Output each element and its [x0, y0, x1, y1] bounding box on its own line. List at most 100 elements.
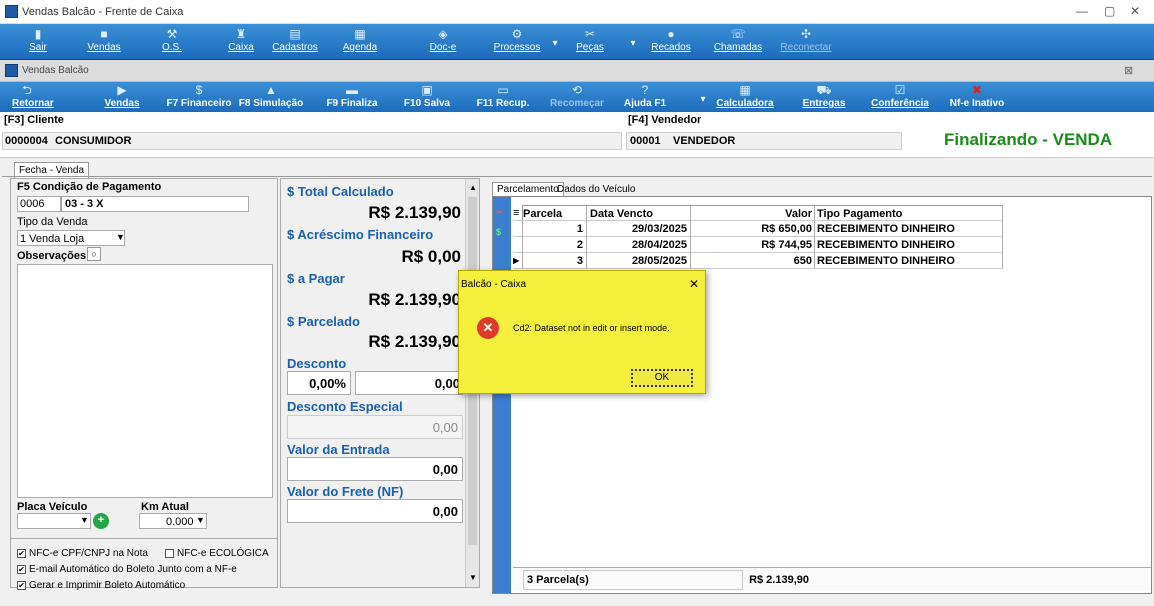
window-titlebar: Vendas Balcão - Frente de Caixa — ▢ ✕ — [0, 0, 1154, 24]
restart-icon: ⟲ — [571, 83, 583, 97]
ok-button[interactable]: OK — [631, 369, 693, 387]
table-row-cell[interactable]: 28/04/2025 — [587, 237, 691, 253]
doc-e-button[interactable]: ◈ Doc-e — [426, 26, 460, 58]
acrescimo-label: $ Acréscimo Financeiro — [287, 227, 434, 242]
close-button[interactable]: ✕ — [1130, 4, 1140, 18]
scroll-up-icon[interactable]: ▲ — [469, 183, 477, 192]
cadastros-button[interactable]: ▤ Cadastros — [270, 26, 320, 58]
grid-header-data[interactable]: Data Vencto — [587, 205, 691, 221]
sales-arrow-icon: ▶ — [117, 83, 127, 97]
current-row-arrow-icon: ▶ — [513, 253, 523, 269]
table-row-cell[interactable]: 1 — [523, 221, 587, 237]
recados-button[interactable]: ● Recados — [648, 26, 694, 58]
entrada-field[interactable]: 0,00 — [287, 457, 463, 481]
tipo-venda-select[interactable]: 1 Venda Loja ▼ — [17, 230, 125, 246]
register-icon: ▤ — [289, 27, 301, 41]
vendas-button[interactable]: ■ Vendas — [84, 26, 124, 58]
chamadas-button[interactable]: ☏ Chamadas — [712, 26, 764, 58]
frete-field[interactable]: 0,00 — [287, 499, 463, 523]
nfe-inativo-button[interactable]: ✖ Nf-e Inativo — [946, 82, 1008, 110]
f9-finaliza-button[interactable]: ▬ F9 Finaliza — [324, 82, 380, 110]
calculadora-button[interactable]: ▦ Calculadora — [714, 82, 776, 110]
table-row-cell[interactable]: RECEBIMENTO DINHEIRO — [815, 253, 1003, 269]
f7-financeiro-button[interactable]: $ F7 Financeiro — [166, 82, 232, 110]
parcelas-grid: ✂ $ ≡ Parcela Data Vencto Valor Tipo Pag… — [492, 196, 1152, 594]
subwindow-title: Vendas Balcão — [22, 65, 89, 76]
agenda-button[interactable]: ▦ Agenda — [340, 26, 380, 58]
reconectar-button[interactable]: ✣ Reconectar — [776, 26, 836, 58]
condicao-value-field[interactable]: 03 - 3 X — [61, 196, 249, 212]
recover-icon: ▭ — [497, 83, 509, 97]
grid-header-valor[interactable]: Valor — [691, 205, 815, 221]
subwindow-close-button[interactable]: ⊠ — [1124, 64, 1133, 77]
error-dialog: Balcão - Caixa ✕ ✕ Cd2: Dataset not in e… — [458, 270, 706, 394]
add-icon[interactable]: + — [93, 513, 109, 529]
delivery-icon: ⛟ — [816, 83, 832, 97]
grid-side-bar: ✂ $ — [493, 197, 511, 593]
tab-dados-veiculo[interactable]: Dados do Veículo — [557, 184, 635, 195]
restore-button[interactable]: ▢ — [1104, 4, 1115, 18]
vendas2-button[interactable]: ▶ Vendas — [104, 82, 140, 110]
grid-header-tipo[interactable]: Tipo Pagamento — [815, 205, 1003, 221]
recomecar-button[interactable]: ⟲ Recomeçar — [550, 82, 604, 110]
pecas-button[interactable]: ✂ Peças — [574, 26, 606, 58]
subwindow-icon — [5, 64, 18, 77]
simulation-icon: ▲ — [265, 83, 277, 97]
frete-label: Valor do Frete (NF) — [287, 484, 404, 499]
entrada-label: Valor da Entrada — [287, 442, 390, 457]
retornar-button[interactable]: ⮌ Retornar — [12, 82, 54, 110]
tab-parcelamento[interactable]: Parcelamento — [492, 182, 564, 197]
placa-label: Placa Veículo — [17, 501, 88, 513]
desconto-pct-field[interactable]: 0,00% — [287, 371, 351, 395]
desconto-especial-field[interactable]: 0,00 — [287, 415, 463, 439]
app-icon — [5, 5, 18, 18]
document-icon: ◈ — [438, 27, 448, 41]
placa-select[interactable]: ▼ — [17, 513, 91, 529]
check-nfce-cpf[interactable]: ✔ NFC-e CPF/CNPJ na Nota — [17, 548, 148, 559]
minimize-button[interactable]: — — [1076, 4, 1088, 18]
check-nfce-ecologica[interactable]: NFC-e ECOLÓGICA — [165, 548, 269, 559]
dialog-close-button[interactable]: ✕ — [689, 277, 699, 291]
grid-header-indicator: ≡ — [513, 205, 523, 221]
desconto-value-field[interactable]: 0,00 — [355, 371, 463, 395]
condicao-code-field[interactable]: 0006 — [17, 196, 61, 212]
sair-button[interactable]: ▮ Sair — [26, 26, 50, 58]
f11-recup-button[interactable]: ▭ F11 Recup. — [476, 82, 530, 110]
exit-icon: ▮ — [34, 27, 42, 41]
table-row-cell[interactable]: 29/03/2025 — [587, 221, 691, 237]
delete-row-icon[interactable]: ✂ — [496, 207, 504, 218]
observacoes-textarea[interactable] — [17, 264, 273, 498]
entregas-button[interactable]: ⛟ Entregas — [802, 82, 846, 110]
money-bag-icon[interactable]: $ — [496, 227, 501, 237]
table-row-cell[interactable]: RECEBIMENTO DINHEIRO — [815, 237, 1003, 253]
chevron-down-icon: ▼ — [196, 515, 205, 525]
cliente-field[interactable]: 0000004 CONSUMIDOR — [2, 132, 622, 150]
vendedor-code: 00001 — [630, 135, 661, 147]
ajuda-button[interactable]: ? Ajuda F1 — [622, 82, 668, 110]
processos-button[interactable]: ⚙ Processos — [486, 26, 548, 58]
km-stepper[interactable]: 0.000 ▼ — [139, 513, 207, 529]
divider — [11, 538, 277, 539]
cliente-code: 0000004 — [5, 135, 48, 147]
conferencia-button[interactable]: ☑ Conferência — [870, 82, 930, 110]
grid-header-parcela[interactable]: Parcela — [523, 205, 587, 221]
cash-icon: ♜ — [235, 27, 247, 41]
vendedor-field[interactable]: 00001 VENDEDOR — [626, 132, 902, 150]
table-row-cell[interactable]: R$ 744,95 — [691, 237, 815, 253]
table-row-cell[interactable]: 28/05/2025 — [587, 253, 691, 269]
search-icon[interactable]: ○ — [87, 247, 101, 261]
table-row-cell[interactable]: 2 — [523, 237, 587, 253]
calendar-icon: ▦ — [354, 27, 366, 41]
table-row-cell[interactable]: RECEBIMENTO DINHEIRO — [815, 221, 1003, 237]
f10-salva-button[interactable]: ▣ F10 Salva — [402, 82, 452, 110]
status-text: Finalizando - VENDA — [944, 130, 1113, 149]
table-row-cell[interactable]: 650 — [691, 253, 815, 269]
table-row-cell[interactable]: 3 — [523, 253, 587, 269]
os-button[interactable]: ⚒ O.S. — [160, 26, 184, 58]
scroll-down-icon[interactable]: ▼ — [469, 573, 477, 582]
check-gerar-boleto[interactable]: ✔ Gerar e Imprimir Boleto Automático — [17, 580, 185, 591]
f8-simulacao-button[interactable]: ▲ F8 Simulação — [238, 82, 304, 110]
table-row-cell[interactable]: R$ 650,00 — [691, 221, 815, 237]
caixa-button[interactable]: ♜ Caixa — [226, 26, 256, 58]
check-email-boleto[interactable]: ✔ E-mail Automático do Boleto Junto com a… — [17, 564, 237, 575]
